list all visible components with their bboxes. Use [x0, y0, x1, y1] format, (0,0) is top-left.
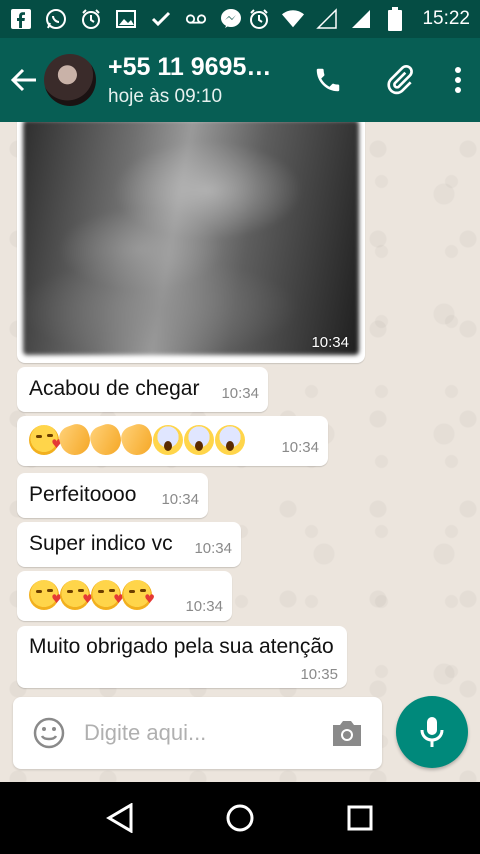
- clapping-hands-icon: [55, 420, 95, 460]
- signal-icon: [316, 8, 338, 30]
- face-blowing-kiss-icon: [29, 425, 62, 455]
- home-circle-icon: [226, 804, 254, 832]
- voice-record-button[interactable]: [396, 696, 468, 768]
- nav-recents-button[interactable]: [330, 788, 390, 848]
- microphone-icon: [420, 717, 444, 747]
- emoji-row: [29, 420, 246, 460]
- back-button[interactable]: [2, 38, 46, 122]
- back-triangle-icon: [106, 803, 133, 833]
- emoji-button[interactable]: [32, 716, 66, 750]
- whatsapp-icon: [45, 8, 67, 30]
- message-time: 10:34: [281, 439, 319, 456]
- message-time: 10:35: [300, 666, 338, 683]
- message-time: 10:34: [194, 540, 232, 557]
- message-bubble[interactable]: Acabou de chegar 10:34: [17, 367, 268, 412]
- face-blowing-kiss-icon: [91, 580, 124, 610]
- message-time: 10:34: [185, 598, 223, 615]
- message-photo[interactable]: [23, 122, 359, 355]
- clapping-hands-icon: [117, 420, 157, 460]
- more-options-button[interactable]: [436, 38, 480, 122]
- chat-messages[interactable]: 10:34 Acabou de chegar 10:34 10:34 Perfe…: [0, 122, 480, 782]
- attach-button[interactable]: [364, 38, 436, 122]
- check-icon: [150, 8, 172, 30]
- message-bubble[interactable]: Muito obrigado pela sua atenção 10:35: [17, 626, 347, 688]
- alarm-icon: [248, 8, 270, 30]
- message-text: Perfeitoooo: [29, 483, 137, 506]
- signal-icon: [350, 8, 372, 30]
- status-time: 15:22: [422, 8, 470, 29]
- emoji-row: [29, 580, 155, 610]
- last-seen: hoje às 09:10: [108, 85, 223, 107]
- wifi-icon: [282, 8, 305, 30]
- image-icon: [115, 8, 137, 30]
- face-screaming-icon: [184, 425, 214, 455]
- camera-icon: [333, 721, 361, 746]
- message-bubble[interactable]: 10:34: [17, 416, 328, 466]
- call-button[interactable]: [292, 38, 364, 122]
- message-bubble[interactable]: Perfeitoooo 10:34: [17, 473, 208, 518]
- face-blowing-kiss-icon: [122, 580, 155, 610]
- phone-icon: [316, 68, 340, 92]
- message-time: 10:34: [161, 491, 199, 508]
- message-bubble[interactable]: 10:34: [17, 571, 232, 621]
- message-time: 10:34: [311, 334, 349, 351]
- avatar[interactable]: [44, 54, 96, 106]
- message-text: Muito obrigado pela sua atenção: [29, 635, 334, 658]
- paperclip-icon: [387, 64, 413, 95]
- image-message[interactable]: 10:34: [17, 122, 365, 363]
- chat-header: +55 11 9695… hoje às 09:10: [0, 38, 480, 122]
- message-composer: Digite aqui...: [13, 697, 382, 769]
- contact-info[interactable]: +55 11 9695… hoje às 09:10: [108, 53, 288, 108]
- face-screaming-icon: [215, 425, 245, 455]
- contact-name: +55 11 9695…: [108, 52, 272, 81]
- recents-square-icon: [347, 805, 373, 831]
- message-input[interactable]: Digite aqui...: [84, 720, 206, 746]
- face-blowing-kiss-icon: [60, 580, 93, 610]
- face-screaming-icon: [153, 425, 183, 455]
- nav-back-button[interactable]: [90, 788, 150, 848]
- voicemail-icon: [185, 8, 207, 30]
- message-text: Super indico vc: [29, 532, 173, 555]
- message-bubble[interactable]: Super indico vc 10:34: [17, 522, 241, 567]
- messenger-icon: [220, 8, 242, 30]
- clapping-hands-icon: [86, 420, 126, 460]
- system-nav-bar: [0, 782, 480, 854]
- message-text: Acabou de chegar: [29, 377, 200, 400]
- status-bar: 15:22: [0, 0, 480, 38]
- more-vert-icon: [455, 67, 461, 93]
- battery-icon: [384, 7, 406, 31]
- face-blowing-kiss-icon: [29, 580, 62, 610]
- nav-home-button[interactable]: [210, 788, 270, 848]
- message-time: 10:34: [221, 385, 259, 402]
- back-arrow-icon: [10, 68, 36, 92]
- emoji-icon: [33, 717, 65, 749]
- camera-button[interactable]: [330, 718, 364, 748]
- alarm-icon: [80, 8, 102, 30]
- facebook-icon: [10, 8, 32, 30]
